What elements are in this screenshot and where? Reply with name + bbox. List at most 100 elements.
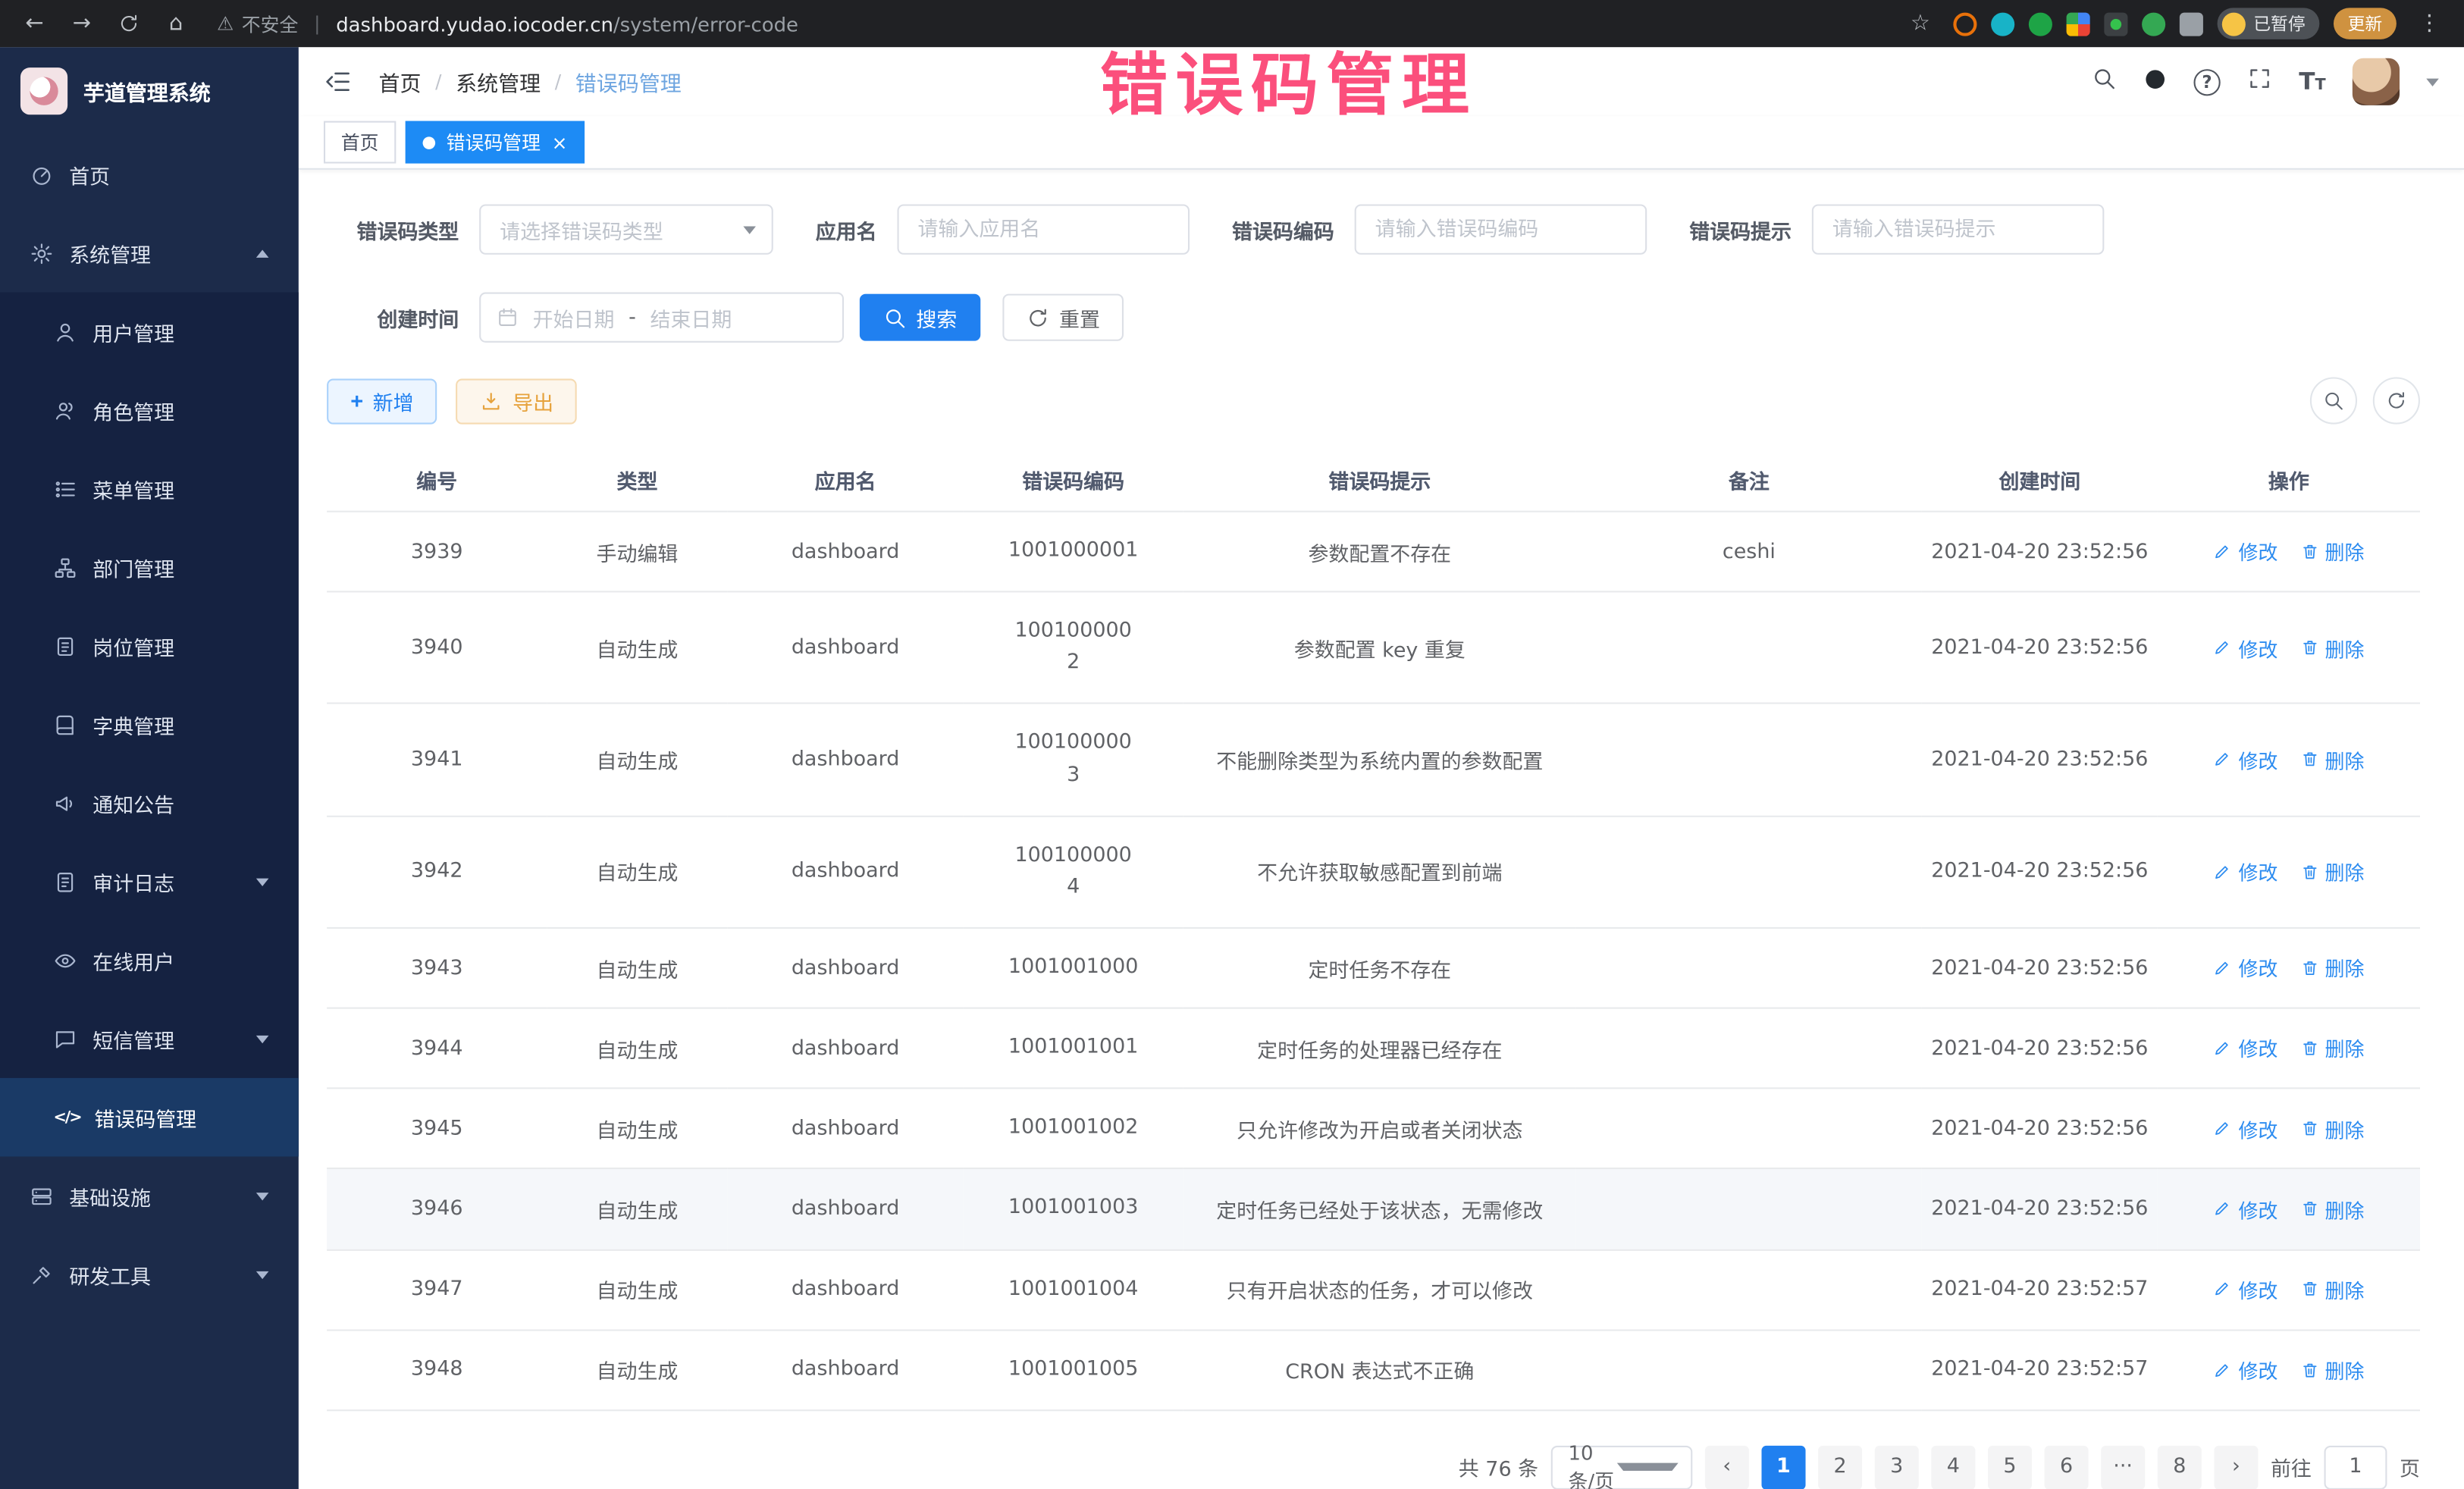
refresh-table-button[interactable]	[2373, 377, 2420, 424]
sidebar-item-dict-management[interactable]: 字典管理	[0, 685, 299, 764]
chevron-down-icon	[256, 1271, 269, 1278]
sidebar-item-post-management[interactable]: 岗位管理	[0, 607, 299, 685]
edit-link[interactable]: 修改	[2213, 857, 2277, 886]
edit-link[interactable]: 修改	[2213, 1194, 2277, 1224]
prev-page-button[interactable]: ‹	[1705, 1446, 1749, 1489]
header-search-icon[interactable]	[2092, 66, 2117, 97]
edit-link[interactable]: 修改	[2213, 1274, 2277, 1304]
help-icon[interactable]: ?	[2193, 68, 2220, 95]
fullscreen-icon[interactable]	[2247, 66, 2272, 97]
page-button-4[interactable]: 4	[1931, 1446, 1975, 1489]
page-button-6[interactable]: 6	[2045, 1446, 2089, 1489]
sidebar-item-user-management[interactable]: 用户管理	[0, 293, 299, 371]
sidebar-item-role-management[interactable]: 角色管理	[0, 371, 299, 450]
delete-link[interactable]: 删除	[2299, 536, 2364, 566]
chevron-down-icon	[256, 1035, 269, 1042]
sidebar-item-infrastructure[interactable]: 基础设施	[0, 1157, 299, 1236]
error-hint-input[interactable]	[1812, 204, 2105, 254]
extension-icon[interactable]	[1991, 12, 2014, 36]
app-logo[interactable]: 芋道管理系统	[0, 47, 299, 135]
browser-back-button[interactable]: ←	[16, 5, 54, 42]
edit-link[interactable]: 修改	[2213, 1114, 2277, 1143]
edit-link[interactable]: 修改	[2213, 1355, 2277, 1384]
extension-icon[interactable]	[2142, 12, 2165, 36]
more-pages-button[interactable]: ···	[2101, 1446, 2145, 1489]
table-row: 3940 自动生成 dashboard 100100000 2 参数配置 key…	[327, 592, 2420, 704]
tab-home[interactable]: 首页	[324, 121, 396, 164]
logo-image	[20, 67, 67, 114]
sidebar-item-menu-management[interactable]: 菜单管理	[0, 450, 299, 528]
browser-home-button[interactable]: ⌂	[157, 5, 195, 42]
delete-link[interactable]: 删除	[2299, 1114, 2364, 1143]
cell-hint: 定时任务不存在	[1183, 928, 1576, 1008]
col-header-type: 类型	[547, 450, 727, 512]
edit-link[interactable]: 修改	[2213, 536, 2277, 566]
extension-icon[interactable]	[2067, 12, 2090, 36]
sidebar-item-audit-log[interactable]: 审计日志	[0, 842, 299, 921]
delete-link[interactable]: 删除	[2299, 1355, 2364, 1384]
edit-link[interactable]: 修改	[2213, 1033, 2277, 1063]
browser-forward-button[interactable]: →	[63, 5, 101, 42]
delete-link[interactable]: 删除	[2299, 744, 2364, 774]
sidebar-item-dev-tools[interactable]: 研发工具	[0, 1235, 299, 1314]
address-bar[interactable]: dashboard.yudao.iocoder.cn/system/error-…	[336, 12, 798, 36]
date-range-picker[interactable]: 开始日期 - 结束日期	[479, 293, 844, 343]
page-button-1[interactable]: 1	[1761, 1446, 1805, 1489]
site-security-indicator[interactable]: ⚠ 不安全	[217, 10, 298, 36]
browser-menu-dots-icon[interactable]: ⋮	[2411, 5, 2449, 42]
browser-update-button[interactable]: 更新	[2334, 8, 2397, 39]
list-icon	[53, 477, 77, 500]
sidebar-item-system-management[interactable]: 系统管理	[0, 214, 299, 293]
page-button-8[interactable]: 8	[2158, 1446, 2202, 1489]
sidebar-item-home[interactable]: 首页	[0, 135, 299, 214]
tab-close-icon[interactable]: ×	[552, 133, 568, 152]
bookmark-star-icon[interactable]: ☆	[1901, 5, 1939, 42]
cell-code: 100100000 4	[964, 816, 1183, 928]
edit-link[interactable]: 修改	[2213, 953, 2277, 983]
page-button-5[interactable]: 5	[1988, 1446, 2032, 1489]
error-code-input[interactable]	[1355, 204, 1647, 254]
eye-icon	[53, 948, 77, 972]
delete-link[interactable]: 删除	[2299, 632, 2364, 662]
extension-icon[interactable]	[2029, 12, 2052, 36]
sidebar-item-notice[interactable]: 通知公告	[0, 763, 299, 842]
extension-icon[interactable]	[2104, 12, 2127, 36]
add-button[interactable]: + 新增	[327, 378, 437, 423]
sidebar-item-online-users[interactable]: 在线用户	[0, 921, 299, 1000]
page-size-select[interactable]: 10条/页	[1551, 1446, 1693, 1489]
browser-reload-button[interactable]	[110, 5, 148, 42]
user-avatar[interactable]	[2353, 58, 2400, 105]
show-search-toggle-button[interactable]	[2310, 377, 2357, 424]
search-button[interactable]: 搜索	[860, 294, 981, 341]
delete-link[interactable]: 删除	[2299, 953, 2364, 983]
sidebar-item-error-code-management[interactable]: </> 错误码管理	[0, 1078, 299, 1157]
app-name-input[interactable]	[898, 204, 1190, 254]
cell-id: 3946	[327, 1169, 547, 1249]
tab-error-code-management[interactable]: 错误码管理 ×	[406, 121, 585, 164]
extension-icon[interactable]	[1953, 12, 1977, 36]
edit-link[interactable]: 修改	[2213, 632, 2277, 662]
page-button-2[interactable]: 2	[1818, 1446, 1862, 1489]
page-button-3[interactable]: 3	[1875, 1446, 1919, 1489]
sidebar-fold-button[interactable]	[324, 67, 352, 96]
breadcrumb-item-home[interactable]: 首页	[379, 66, 422, 97]
reset-button[interactable]: 重置	[1002, 294, 1124, 341]
github-icon[interactable]	[2143, 67, 2167, 96]
font-size-icon[interactable]: TT	[2299, 67, 2325, 96]
export-button[interactable]: 导出	[456, 378, 578, 423]
avatar-caret-down-icon[interactable]	[2426, 78, 2439, 86]
delete-link[interactable]: 删除	[2299, 1033, 2364, 1063]
delete-link[interactable]: 删除	[2299, 857, 2364, 886]
chevron-down-icon	[743, 225, 756, 233]
edit-link[interactable]: 修改	[2213, 744, 2277, 774]
delete-link[interactable]: 删除	[2299, 1194, 2364, 1224]
extensions-menu-icon[interactable]	[2180, 12, 2203, 36]
sidebar-item-sms-management[interactable]: 短信管理	[0, 999, 299, 1078]
profile-paused-chip[interactable]: 已暂停	[2218, 8, 2320, 39]
next-page-button[interactable]: ›	[2214, 1446, 2258, 1489]
delete-link[interactable]: 删除	[2299, 1274, 2364, 1304]
breadcrumb-item-system[interactable]: 系统管理	[456, 66, 541, 97]
error-type-select[interactable]: 请选择错误码类型	[479, 204, 773, 254]
sidebar-item-dept-management[interactable]: 部门管理	[0, 528, 299, 607]
goto-page-input[interactable]	[2324, 1446, 2387, 1489]
